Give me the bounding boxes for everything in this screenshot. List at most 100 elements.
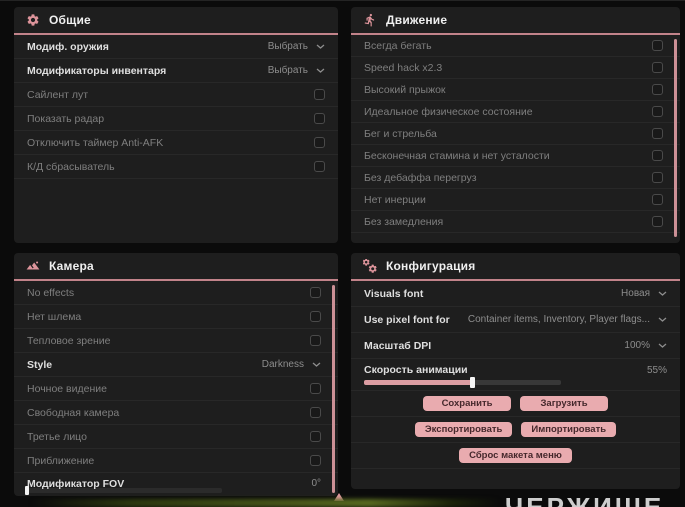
setting-label: Свободная камера <box>27 406 120 419</box>
panel-title: Общие <box>49 13 91 27</box>
panel-camera: Камера No effects Нет шлема Тепловое зре… <box>14 253 338 496</box>
visuals-font-dropdown[interactable]: Новая <box>621 288 667 299</box>
setting-row-high-jump: Высокий прыжок <box>351 79 680 101</box>
setting-label: Тепловое зрение <box>27 334 111 347</box>
slider-handle[interactable] <box>470 377 476 388</box>
checkbox[interactable] <box>310 383 321 394</box>
checkbox[interactable] <box>314 137 325 148</box>
gear-icon <box>26 13 40 27</box>
setting-row-no-effects: No effects <box>14 281 338 305</box>
export-button[interactable]: Экспортировать <box>414 422 513 437</box>
setting-row-infinite-stamina: Бесконечная стамина и нет усталости <box>351 145 680 167</box>
chevron-down-icon <box>316 68 325 73</box>
setting-row-cd-reset: К/Д сбрасыватель <box>14 155 338 179</box>
setting-label: Идеальное физическое состояние <box>364 105 533 118</box>
checkbox[interactable] <box>314 113 325 124</box>
dropdown-value: Container items, Inventory, Player flags… <box>467 314 650 325</box>
dropdown-value: Darkness <box>261 359 304 370</box>
setting-row-no-overload-debuff: Без дебаффа перегруз <box>351 167 680 189</box>
setting-row-third-person: Третье лицо <box>14 425 338 449</box>
setting-row-anti-afk: Отключить таймер Anti-AFK <box>14 131 338 155</box>
setting-label: Без замедления <box>364 215 444 228</box>
image-icon <box>26 259 40 273</box>
fov-slider-handle[interactable] <box>25 486 29 495</box>
setting-label: Нет инерции <box>364 193 426 206</box>
setting-label: Сайлент лут <box>27 88 89 101</box>
pixel-font-dropdown[interactable]: Container items, Inventory, Player flags… <box>468 314 667 325</box>
setting-row-perfect-condition: Идеальное физическое состояние <box>351 101 680 123</box>
setting-row-pixel-font: Use pixel font for Container items, Inve… <box>351 307 680 333</box>
setting-label: К/Д сбрасыватель <box>27 160 115 173</box>
setting-label: Visuals font <box>364 287 424 300</box>
movement-scrollbar[interactable] <box>674 39 677 237</box>
checkbox[interactable] <box>314 89 325 100</box>
fov-slider[interactable] <box>25 486 222 495</box>
checkbox[interactable] <box>652 40 663 51</box>
setting-row-no-inertia: Нет инерции <box>351 189 680 211</box>
dropdown-value: Новая <box>621 288 650 299</box>
setting-row-style: Style Darkness <box>14 353 338 377</box>
setting-row-inventory-mods: Модификаторы инвентаря Выбрать <box>14 59 338 83</box>
panel-config: Конфигурация Visuals font Новая Use pixe… <box>351 253 680 489</box>
save-button[interactable]: Сохранить <box>423 396 511 411</box>
checkbox[interactable] <box>310 287 321 298</box>
setting-label: Ночное видение <box>27 382 107 395</box>
checkbox[interactable] <box>652 106 663 117</box>
watermark-text: ЧЕРЖИШЕ <box>505 492 665 507</box>
setting-label: Без дебаффа перегруз <box>364 171 477 184</box>
checkbox[interactable] <box>652 172 663 183</box>
setting-label: Бесконечная стамина и нет усталости <box>364 149 550 162</box>
setting-row-dpi-scale: Масштаб DPI 100% <box>351 333 680 359</box>
import-button[interactable]: Импортировать <box>521 422 617 437</box>
checkbox[interactable] <box>310 407 321 418</box>
runner-icon <box>363 13 377 27</box>
chevron-down-icon <box>312 362 321 367</box>
panel-title: Движение <box>386 13 448 27</box>
setting-label: Показать радар <box>27 112 105 125</box>
setting-label: Всегда бегать <box>364 39 432 52</box>
checkbox[interactable] <box>314 161 325 172</box>
style-dropdown[interactable]: Darkness <box>262 359 321 370</box>
setting-label: Высокий прыжок <box>364 83 446 96</box>
load-button[interactable]: Загрузить <box>520 396 608 411</box>
checkbox[interactable] <box>652 62 663 73</box>
setting-row-no-slowdown: Без замедления <box>351 211 680 233</box>
setting-row-thermal-vision: Тепловое зрение <box>14 329 338 353</box>
checkbox[interactable] <box>652 194 663 205</box>
game-background-strip <box>30 499 500 507</box>
panel-title: Конфигурация <box>386 259 476 273</box>
checkbox[interactable] <box>652 128 663 139</box>
setting-row-show-radar: Показать радар <box>14 107 338 131</box>
animation-speed-slider[interactable] <box>364 377 561 388</box>
setting-label: Отключить таймер Anti-AFK <box>27 136 164 149</box>
checkbox[interactable] <box>310 335 321 346</box>
setting-row-always-run: Всегда бегать <box>351 35 680 57</box>
panel-movement: Движение Всегда бегать Speed hack x2.3 В… <box>351 7 680 243</box>
camera-scrollbar[interactable] <box>332 285 335 493</box>
checkbox[interactable] <box>652 150 663 161</box>
setting-label: Приближение <box>27 454 95 467</box>
config-buttons-row-2: Экспортировать Импортировать <box>351 417 680 443</box>
inventory-mods-dropdown[interactable]: Выбрать <box>268 65 325 76</box>
panel-movement-header[interactable]: Движение <box>351 7 680 35</box>
checkbox[interactable] <box>652 216 663 227</box>
setting-label: Use pixel font for <box>364 313 450 326</box>
fov-value: 0° <box>311 478 321 489</box>
checkbox[interactable] <box>310 431 321 442</box>
panel-general-header[interactable]: Общие <box>14 7 338 35</box>
setting-row-visuals-font: Visuals font Новая <box>351 281 680 307</box>
setting-row-zoom: Приближение <box>14 449 338 473</box>
panel-camera-header[interactable]: Камера <box>14 253 338 281</box>
setting-row-no-helmet: Нет шлема <box>14 305 338 329</box>
setting-row-free-camera: Свободная камера <box>14 401 338 425</box>
setting-row-night-vision: Ночное видение <box>14 377 338 401</box>
config-buttons-row-3: Сброс макета меню <box>351 443 680 469</box>
checkbox[interactable] <box>310 311 321 322</box>
checkbox[interactable] <box>310 455 321 466</box>
weapon-mod-dropdown[interactable]: Выбрать <box>268 41 325 52</box>
panel-config-header[interactable]: Конфигурация <box>351 253 680 281</box>
dpi-scale-dropdown[interactable]: 100% <box>624 340 667 351</box>
reset-menu-layout-button[interactable]: Сброс макета меню <box>459 448 572 463</box>
checkbox[interactable] <box>652 84 663 95</box>
panel-title: Камера <box>49 259 94 273</box>
